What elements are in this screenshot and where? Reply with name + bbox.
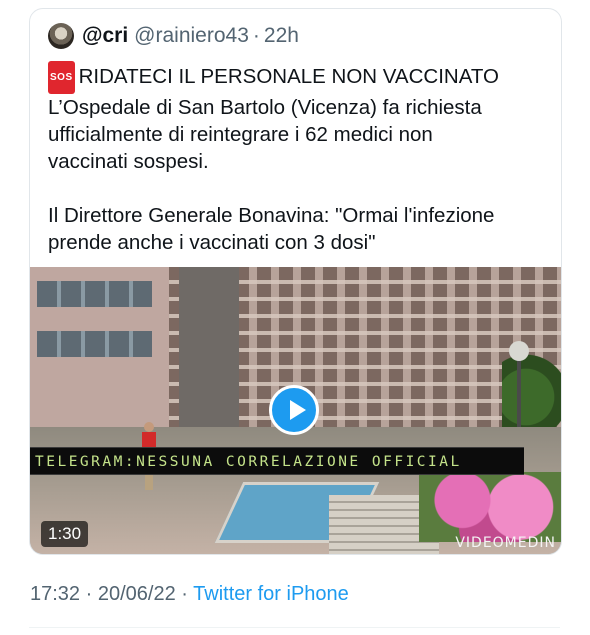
display-name[interactable]: @cri (82, 24, 128, 48)
tweet-date[interactable]: 20/06/22 (98, 583, 176, 605)
headline-text: RIDATECI IL PERSONALE NON VACCINATO (78, 65, 499, 88)
tweet-time[interactable]: 17:32 (30, 583, 80, 605)
video-watermark: VIDEOMEDIN (455, 535, 556, 551)
tweet-line: L’Ospedale di San Bartolo (Vicenza) fa r… (48, 96, 482, 119)
divider (29, 627, 560, 628)
tweet-text: SOS RIDATECI IL PERSONALE NON VACCINATO L… (48, 61, 548, 256)
tweet-header: @cri @rainiero43 · 22h (48, 21, 299, 51)
video-player[interactable]: TELEGRAM:NESSUNA CORRELAZIONE OFFICIAL 1… (30, 267, 561, 554)
separator-dot: · (85, 583, 93, 605)
relative-time[interactable]: 22h (264, 24, 299, 48)
separator-dot: · (181, 583, 188, 605)
tweet-source-link[interactable]: Twitter for iPhone (193, 583, 349, 605)
tweet-footer: 17:32 · 20/06/22 · Twitter for iPhone (30, 583, 349, 606)
tweet-headline: SOS RIDATECI IL PERSONALE NON VACCINATO (48, 61, 548, 94)
video-caption-banner: TELEGRAM:NESSUNA CORRELAZIONE OFFICIAL (30, 447, 524, 475)
avatar[interactable] (48, 23, 74, 49)
user-handle[interactable]: @rainiero43 (134, 24, 249, 48)
separator-dot: · (252, 24, 260, 47)
tweet-line: vaccinati sospesi. (48, 150, 209, 173)
tweet-line: prende anche i vaccinati con 3 dosi" (48, 231, 376, 254)
tweet-line: Il Direttore Generale Bonavina: "Ormai l… (48, 204, 495, 227)
tweet-card[interactable]: @cri @rainiero43 · 22h SOS RIDATECI IL PE… (29, 8, 562, 555)
play-icon[interactable] (269, 385, 319, 435)
sos-icon: SOS (48, 61, 75, 94)
tweet-line: ufficialmente di reintegrare i 62 medici… (48, 123, 433, 146)
video-duration: 1:30 (41, 521, 89, 547)
